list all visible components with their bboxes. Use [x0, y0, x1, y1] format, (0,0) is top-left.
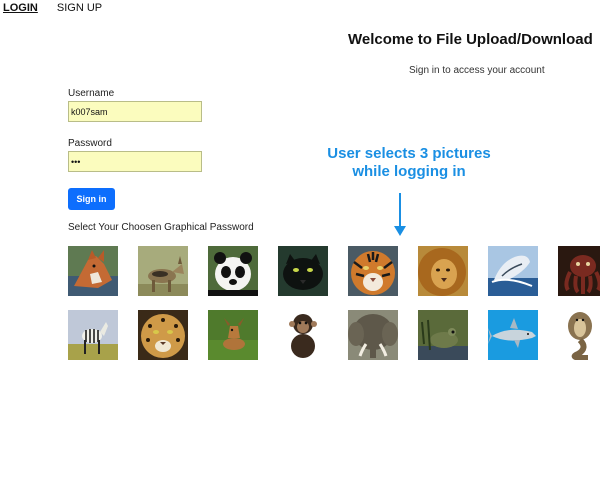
graphical-password-label: Select Your Choosen Graphical Password [68, 222, 254, 233]
password-image-elephant[interactable] [348, 310, 398, 360]
down-arrow-icon [394, 193, 406, 236]
page-title: Welcome to File Upload/Download [348, 31, 593, 48]
username-input[interactable] [68, 101, 202, 122]
password-image-chimpanzee[interactable] [278, 310, 328, 360]
password-label: Password [68, 138, 112, 149]
login-page: LOGIN SIGN UP Welcome to File Upload/Dow… [0, 0, 600, 480]
password-image-lion[interactable] [418, 246, 468, 296]
password-image-leopard[interactable] [138, 310, 188, 360]
password-image-whale[interactable] [488, 246, 538, 296]
annotation-callout: User selects 3 pictures while logging in [300, 145, 518, 181]
annotation-line-2: while logging in [352, 163, 466, 180]
password-image-octopus[interactable] [558, 246, 600, 296]
nav-signup-link[interactable]: SIGN UP [57, 2, 102, 14]
password-image-zebra[interactable] [68, 310, 118, 360]
password-image-panda[interactable] [208, 246, 258, 296]
password-image-black-panther[interactable] [278, 246, 328, 296]
page-subtitle: Sign in to access your account [409, 65, 545, 76]
signin-button[interactable]: Sign in [68, 188, 115, 210]
password-input[interactable] [68, 151, 202, 172]
password-image-deer[interactable] [208, 310, 258, 360]
password-image-frog[interactable] [418, 310, 468, 360]
nav-login-link[interactable]: LOGIN [3, 2, 38, 14]
top-nav: LOGIN SIGN UP [3, 2, 118, 14]
password-image-fox[interactable] [68, 246, 118, 296]
username-label: Username [68, 88, 115, 99]
password-image-shark[interactable] [488, 310, 538, 360]
password-image-tiger[interactable] [348, 246, 398, 296]
annotation-line-1: User selects 3 pictures [327, 145, 491, 162]
password-image-jackal[interactable] [138, 246, 188, 296]
password-image-cobra[interactable] [558, 310, 600, 360]
